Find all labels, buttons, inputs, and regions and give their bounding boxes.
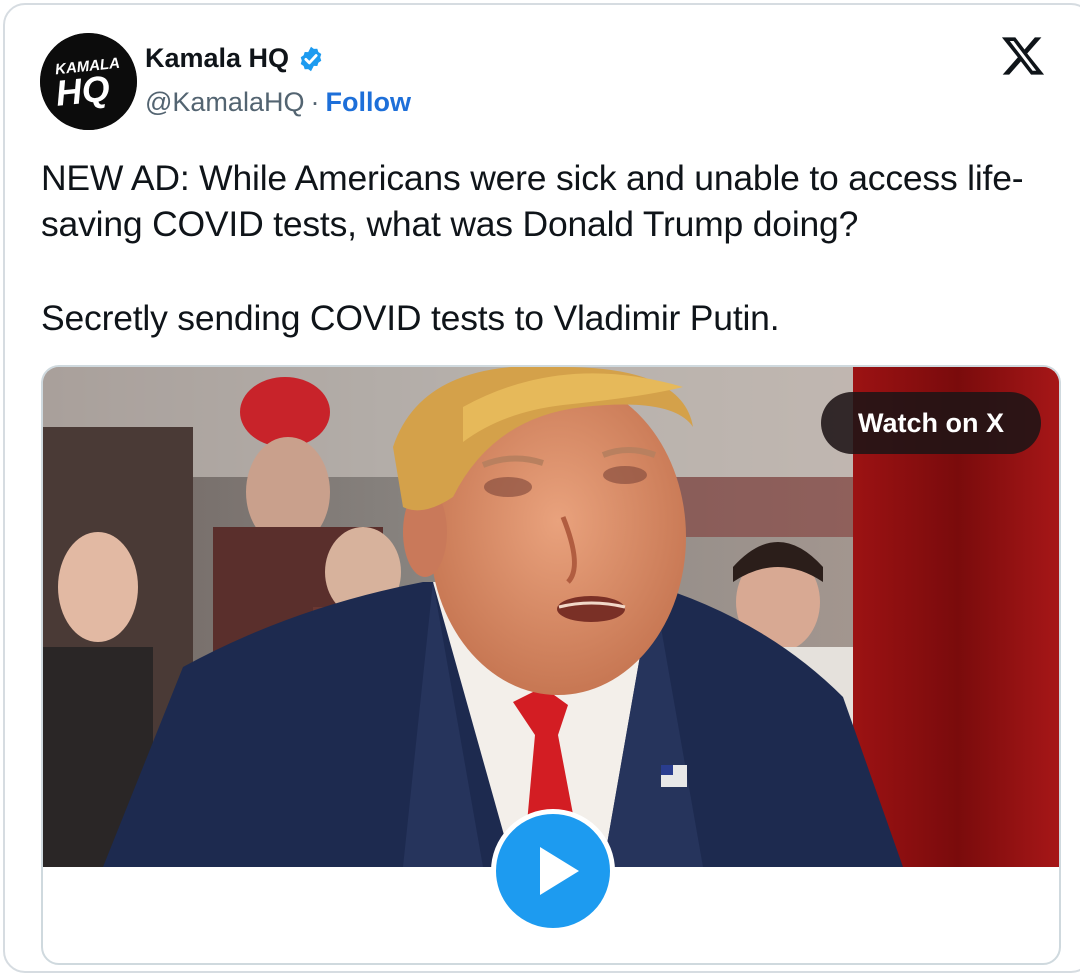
display-name[interactable]: Kamala HQ [145,43,289,74]
play-icon [540,847,579,895]
video-card[interactable]: Watch on X [41,365,1061,965]
separator-dot: · [310,87,320,117]
watch-on-x-button[interactable]: Watch on X [821,392,1041,454]
kamala-hq-logo: KAMALA HQ [40,33,137,130]
handle-row: @KamalaHQ · Follow [145,87,411,118]
svg-text:HQ: HQ [54,67,112,113]
tweet-paragraph: Secretly sending COVID tests to Vladimir… [41,298,780,338]
follow-button[interactable]: Follow [325,87,410,118]
tweet-paragraph: NEW AD: While Americans were sick and un… [41,158,1024,244]
tweet-card[interactable]: KAMALA HQ Kamala HQ @KamalaHQ · Follow N… [3,3,1080,973]
x-logo-icon[interactable] [1000,33,1046,79]
play-button[interactable] [491,809,615,933]
handle[interactable]: @KamalaHQ [145,87,304,118]
name-row: Kamala HQ [145,43,325,74]
tweet-text: NEW AD: While Americans were sick and un… [41,155,1071,341]
verified-badge-icon [300,46,322,71]
avatar[interactable]: KAMALA HQ [40,33,137,130]
